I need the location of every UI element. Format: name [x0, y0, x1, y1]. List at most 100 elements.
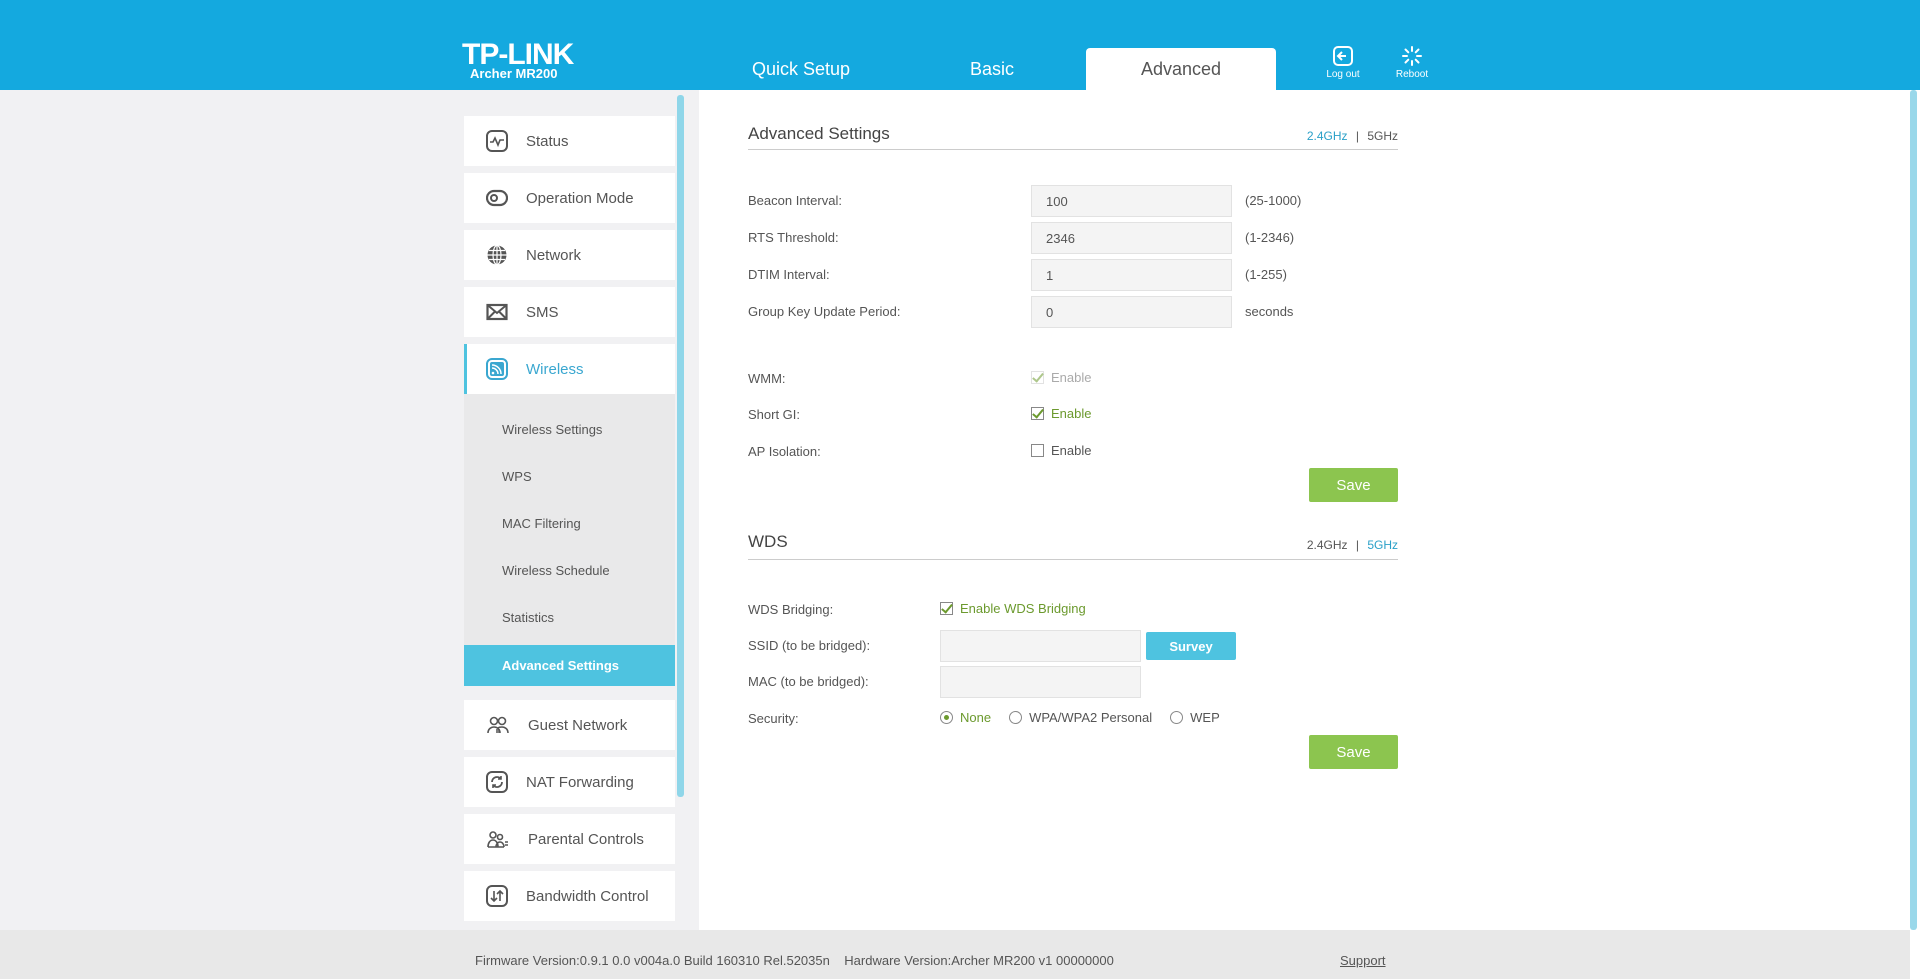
security-label: Security:	[748, 711, 799, 726]
beacon-interval-hint: (25-1000)	[1245, 193, 1302, 208]
checkbox-box	[940, 602, 953, 615]
radio-label: WPA/WPA2 Personal	[1029, 710, 1153, 725]
sidebar-item-label: SMS	[526, 303, 559, 321]
rts-threshold-label: RTS Threshold:	[748, 230, 839, 245]
dtim-interval-hint: (1-255)	[1245, 267, 1287, 282]
status-icon	[486, 130, 508, 152]
firmware-version: Firmware Version:0.9.1 0.0 v004a.0 Build…	[475, 953, 830, 968]
subitem-advanced-settings[interactable]: Advanced Settings	[464, 645, 675, 686]
survey-button[interactable]: Survey	[1146, 632, 1236, 660]
group-key-input[interactable]	[1031, 296, 1232, 328]
subitem-wps[interactable]: WPS	[464, 456, 675, 497]
divider	[748, 559, 1398, 560]
tab-advanced[interactable]: Advanced	[1086, 48, 1276, 90]
mac-label: MAC (to be bridged):	[748, 674, 869, 689]
logout-button[interactable]: Log out	[1318, 46, 1368, 80]
wmm-option-label: Enable	[1051, 370, 1092, 385]
wmm-checkbox[interactable]: Enable	[1031, 370, 1091, 385]
subitem-wireless-settings[interactable]: Wireless Settings	[464, 409, 675, 450]
sidebar-item-bandwidth-control[interactable]: Bandwidth Control	[464, 871, 675, 921]
security-none-radio[interactable]: None	[940, 710, 991, 725]
version-info: Firmware Version:0.9.1 0.0 v004a.0 Build…	[475, 953, 1114, 968]
nat-forwarding-icon	[486, 771, 508, 793]
advanced-settings-title: Advanced Settings	[748, 124, 890, 143]
wds-bridging-label: WDS Bridging:	[748, 602, 834, 617]
security-radio-group: None WPA/WPA2 Personal WEP	[940, 710, 1238, 725]
sidebar-item-label: Bandwidth Control	[526, 887, 649, 905]
band-separator: |	[1355, 129, 1359, 143]
wds-bridging-checkbox[interactable]: Enable WDS Bridging	[940, 601, 1086, 616]
rts-threshold-input[interactable]	[1031, 222, 1232, 254]
sidebar-item-label: Parental Controls	[528, 830, 644, 848]
sidebar-item-label: NAT Forwarding	[526, 773, 634, 791]
sidebar-item-sms[interactable]: SMS	[464, 287, 675, 337]
mac-input[interactable]	[940, 666, 1141, 698]
radio-label: WEP	[1190, 710, 1220, 725]
subitem-wireless-schedule[interactable]: Wireless Schedule	[464, 550, 675, 591]
checkbox-box	[1031, 371, 1044, 384]
reboot-icon	[1402, 46, 1422, 66]
parental-controls-icon	[487, 831, 508, 848]
ap-isolation-option-label: Enable	[1051, 443, 1092, 458]
wds-title: WDS	[748, 532, 788, 551]
globe-icon	[487, 244, 507, 266]
model-name: Archer MR200	[470, 66, 558, 81]
band-24ghz-link[interactable]: 2.4GHz	[1307, 129, 1348, 143]
sidebar-item-guest-network[interactable]: Guest Network	[464, 700, 675, 750]
dtim-interval-input[interactable]	[1031, 259, 1232, 291]
group-key-label: Group Key Update Period:	[748, 304, 901, 319]
sidebar-item-label: Network	[526, 246, 582, 264]
short-gi-checkbox[interactable]: Enable	[1031, 406, 1091, 421]
rts-threshold-hint: (1-2346)	[1245, 230, 1295, 245]
ssid-input[interactable]	[940, 630, 1141, 662]
tab-quick-setup[interactable]: Quick Setup	[706, 48, 896, 90]
beacon-interval-label: Beacon Interval:	[748, 193, 842, 208]
reboot-button[interactable]: Reboot	[1387, 46, 1437, 80]
short-gi-label: Short GI:	[748, 407, 801, 422]
advanced-save-button[interactable]: Save	[1309, 468, 1398, 502]
sidebar-item-label: Wireless	[526, 360, 584, 378]
sidebar-item-network[interactable]: Network	[464, 230, 675, 280]
page-scrollbar[interactable]	[1910, 90, 1917, 930]
dtim-interval-label: DTIM Interval:	[748, 267, 830, 282]
logout-label: Log out	[1326, 69, 1360, 80]
ap-isolation-checkbox[interactable]: Enable	[1031, 443, 1091, 458]
sidebar-item-label: Guest Network	[528, 716, 628, 734]
sidebar-item-wireless[interactable]: Wireless	[464, 344, 675, 394]
sidebar-item-operation-mode[interactable]: Operation Mode	[464, 173, 675, 223]
tab-basic[interactable]: Basic	[897, 48, 1087, 90]
support-link[interactable]: Support	[1340, 953, 1386, 968]
band-separator: |	[1355, 538, 1359, 552]
hardware-version: Hardware Version:Archer MR200 v1 0000000…	[844, 953, 1114, 968]
sidebar-item-parental-controls[interactable]: Parental Controls	[464, 814, 675, 864]
sidebar-item-status[interactable]: Status	[464, 116, 675, 166]
wireless-icon	[486, 358, 508, 380]
sidebar-scrollbar[interactable]	[677, 95, 684, 797]
radio-label: None	[960, 710, 992, 725]
beacon-interval-input[interactable]	[1031, 185, 1232, 217]
group-key-hint: seconds	[1245, 304, 1294, 319]
checkbox-box	[1031, 407, 1044, 420]
wds-band-switch: 2.4GHz | 5GHz	[1307, 538, 1398, 552]
wds-bridging-option-label: Enable WDS Bridging	[960, 601, 1086, 616]
checkbox-box	[1031, 444, 1044, 457]
radio-dot	[940, 711, 953, 724]
wmm-label: WMM:	[748, 371, 786, 386]
sidebar-item-label: Operation Mode	[526, 189, 634, 207]
band-24ghz-link[interactable]: 2.4GHz	[1307, 538, 1348, 552]
wds-save-button[interactable]: Save	[1309, 735, 1398, 769]
band-5ghz-link[interactable]: 5GHz	[1367, 129, 1398, 143]
subitem-mac-filtering[interactable]: MAC Filtering	[464, 503, 675, 544]
sidebar-item-nat-forwarding[interactable]: NAT Forwarding	[464, 757, 675, 807]
guest-network-icon	[487, 716, 509, 734]
security-wpa-radio[interactable]: WPA/WPA2 Personal	[1009, 710, 1152, 725]
advanced-band-switch: 2.4GHz | 5GHz	[1307, 129, 1398, 143]
envelope-icon	[486, 303, 508, 321]
security-wep-radio[interactable]: WEP	[1170, 710, 1220, 725]
bandwidth-control-icon	[486, 885, 508, 907]
subitem-statistics[interactable]: Statistics	[464, 597, 675, 638]
radio-dot	[1009, 711, 1023, 724]
logout-icon	[1333, 46, 1353, 66]
operation-mode-icon	[486, 189, 508, 207]
band-5ghz-link[interactable]: 5GHz	[1367, 538, 1398, 552]
